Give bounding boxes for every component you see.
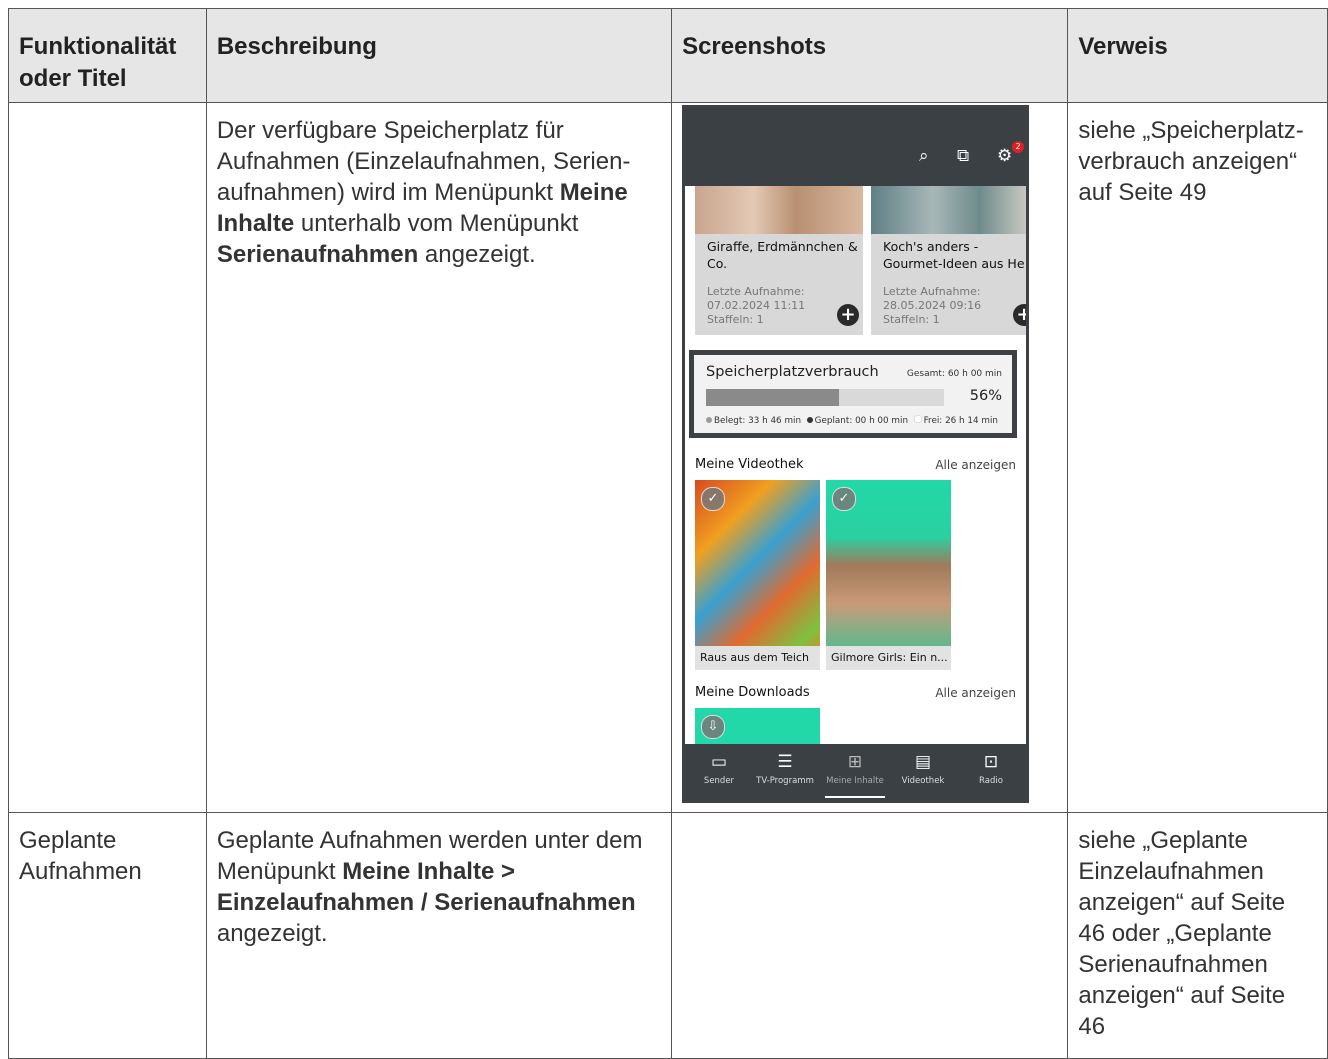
header-screenshots: Screenshots bbox=[671, 8, 1069, 103]
nav-item-videothek[interactable]: ▤ Videothek bbox=[889, 744, 957, 800]
nav-item-sender[interactable]: ▭ Sender bbox=[685, 744, 753, 800]
notification-badge: 2 bbox=[1012, 141, 1024, 153]
videothek-tile[interactable]: ✓ Gilmore Girls: Ein n... bbox=[826, 480, 951, 670]
header-row: Funktionalität oder Titel Beschreibung S… bbox=[8, 8, 1328, 103]
bottom-navigation: ▭ Sender ☰ TV-Programm ⊞ Meine Inhalte ▤… bbox=[685, 744, 1026, 800]
tile-caption: Raus aus dem Teich bbox=[695, 646, 820, 670]
downloads-all-link[interactable]: Alle anzeigen bbox=[935, 686, 1016, 700]
search-icon[interactable]: ⌕ bbox=[919, 146, 929, 166]
downloads-title: Meine Downloads bbox=[695, 685, 810, 700]
plus-icon[interactable]: + bbox=[837, 304, 859, 326]
grid-plus-icon: ⊞ bbox=[847, 752, 863, 772]
row1-title bbox=[8, 102, 207, 813]
plus-icon[interactable]: + bbox=[1013, 304, 1026, 326]
devices-icon[interactable]: ⧉ bbox=[957, 146, 969, 166]
storage-progress-fill bbox=[706, 389, 840, 406]
series-meta: Letzte Aufnahme: 28.05.2024 09:16 Staffeln… bbox=[883, 285, 982, 326]
header-title: Funktionalität oder Titel bbox=[8, 8, 207, 103]
row1-reference: siehe „Speicherplatz-verbrauch anzeigen“… bbox=[1067, 102, 1328, 813]
nav-item-radio[interactable]: ⊡ Radio bbox=[957, 744, 1025, 800]
check-icon: ✓ bbox=[832, 487, 856, 511]
nav-item-meine-inhalte[interactable]: ⊞ Meine Inhalte bbox=[821, 744, 889, 800]
app-header: ⌕ ⧉ ⚙ 2 bbox=[685, 108, 1026, 186]
series-thumbnail bbox=[871, 186, 1026, 234]
row2-description: Geplante Aufnahmen werden unter dem Menü… bbox=[205, 812, 673, 1059]
videothek-title: Meine Videothek bbox=[695, 457, 804, 472]
used-dot bbox=[706, 417, 712, 423]
series-card[interactable]: Koch's anders - Gourmet-Ideen aus He Letz… bbox=[871, 186, 1026, 335]
table-row: Geplante Aufnahmen Geplante Aufnahmen we… bbox=[8, 812, 1328, 1059]
storage-progress-bar bbox=[706, 389, 944, 406]
videothek-all-link[interactable]: Alle anzeigen bbox=[935, 458, 1016, 472]
row1-description: Der verfügbare Speicherplatz für Aufnahm… bbox=[205, 102, 673, 813]
storage-legend: Belegt: 33 h 46 min Geplant: 00 h 00 min… bbox=[706, 415, 998, 426]
download-icon: ⇩ bbox=[701, 715, 725, 739]
table-row: Der verfügbare Speicherplatz für Aufnahm… bbox=[8, 102, 1328, 813]
header-reference: Verweis bbox=[1067, 8, 1328, 103]
gear-icon[interactable]: ⚙ bbox=[997, 146, 1012, 166]
active-tab-indicator bbox=[825, 796, 885, 798]
film-icon: ▤ bbox=[914, 752, 932, 772]
row2-screenshot-cell bbox=[671, 812, 1069, 1059]
check-icon: ✓ bbox=[701, 487, 725, 511]
app-screenshot: ⌕ ⧉ ⚙ 2 Giraffe, Erdmännchen & Co. Letzte… bbox=[682, 105, 1029, 803]
tile-caption: Gilmore Girls: Ein n... bbox=[826, 646, 951, 670]
header-description: Beschreibung bbox=[205, 8, 673, 103]
series-thumbnail bbox=[695, 186, 863, 234]
series-card[interactable]: Giraffe, Erdmännchen & Co. Letzte Aufnahm… bbox=[695, 186, 863, 335]
download-tile[interactable]: ⇩ bbox=[695, 708, 820, 748]
content-table: Funktionalität oder Titel Beschreibung S… bbox=[8, 8, 1328, 1059]
series-meta: Letzte Aufnahme: 07.02.2024 11:11 Staffeln… bbox=[707, 285, 806, 326]
row2-title: Geplante Aufnahmen bbox=[8, 812, 207, 1059]
free-dot bbox=[913, 415, 922, 423]
tv-icon: ▭ bbox=[710, 752, 728, 772]
nav-item-tv-programm[interactable]: ☰ TV-Programm bbox=[751, 744, 819, 800]
radio-icon: ⊡ bbox=[983, 752, 999, 772]
row2-reference: siehe „Geplante Einzelaufnahmen anzeigen… bbox=[1067, 812, 1328, 1059]
list-icon: ☰ bbox=[777, 752, 793, 772]
series-title: Koch's anders - Gourmet-Ideen aus He bbox=[883, 239, 1025, 271]
storage-percent: 56% bbox=[969, 388, 1002, 404]
storage-total: Gesamt: 60 h 00 min bbox=[906, 369, 1002, 379]
storage-usage-panel[interactable]: Speicherplatzverbrauch Gesamt: 60 h 00 m… bbox=[689, 350, 1017, 438]
storage-usage-title: Speicherplatzverbrauch bbox=[706, 364, 879, 380]
series-title: Giraffe, Erdmännchen & Co. bbox=[707, 239, 858, 271]
planned-dot bbox=[806, 417, 813, 423]
videothek-tile[interactable]: ✓ Raus aus dem Teich bbox=[695, 480, 820, 670]
